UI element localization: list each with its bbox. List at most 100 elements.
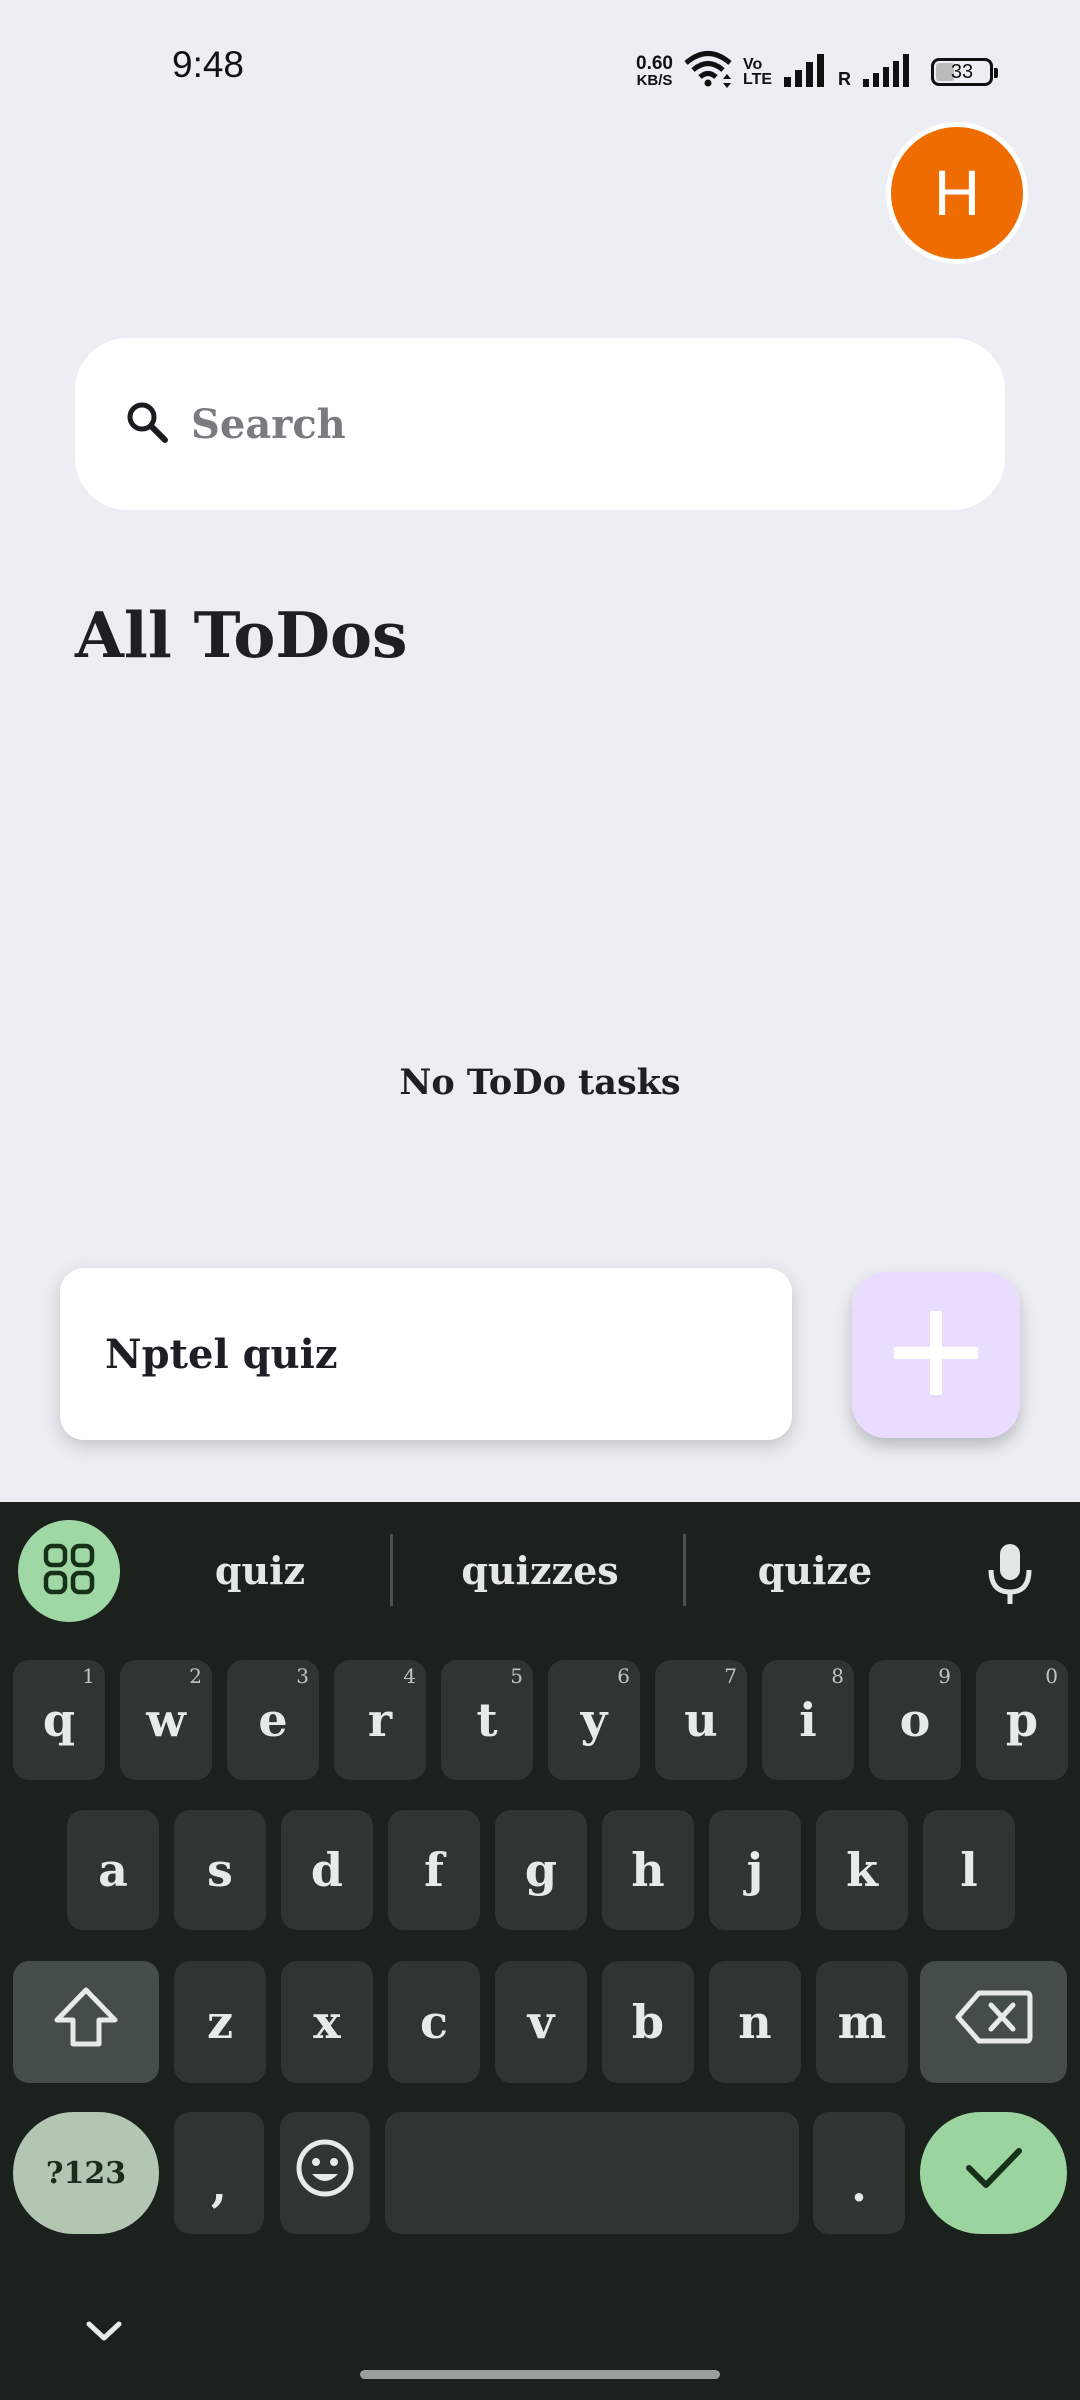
chevron-down-icon xyxy=(82,2321,126,2350)
key-label: k xyxy=(846,1843,878,1897)
key-label: g xyxy=(524,1843,558,1897)
search-input[interactable]: Search xyxy=(75,338,1005,510)
key-label: r xyxy=(367,1693,393,1747)
backspace-key[interactable] xyxy=(920,1961,1067,2083)
battery-icon: 33 xyxy=(931,58,999,86)
roaming-indicator: R xyxy=(838,68,852,89)
key-v[interactable]: v xyxy=(495,1961,587,2083)
status-icons: 0.60 KB/S Vo LTE R 33 xyxy=(636,50,999,94)
plus-icon xyxy=(890,1307,982,1403)
key-h[interactable]: h xyxy=(602,1810,694,1930)
wifi-icon xyxy=(683,50,733,94)
key-u[interactable]: u7 xyxy=(655,1660,747,1780)
mic-button[interactable] xyxy=(980,1536,1040,1616)
key-hint: 1 xyxy=(82,1664,95,1688)
key-label: f xyxy=(424,1843,444,1897)
key-f[interactable]: f xyxy=(388,1810,480,1930)
key-hint: 7 xyxy=(724,1664,737,1688)
avatar[interactable]: H xyxy=(886,122,1028,264)
check-icon xyxy=(964,2144,1024,2203)
emoji-icon xyxy=(295,2138,355,2209)
suggestion-divider xyxy=(683,1534,686,1606)
suggestion-bar: quiz quizzes quize xyxy=(0,1502,1080,1630)
key-label: y xyxy=(580,1693,608,1747)
key-r[interactable]: r4 xyxy=(334,1660,426,1780)
key-label: a xyxy=(98,1843,128,1897)
key-hint: 5 xyxy=(510,1664,523,1688)
key-l[interactable]: l xyxy=(923,1810,1015,1930)
key-hint: 0 xyxy=(1045,1664,1058,1688)
key-label: p xyxy=(1005,1693,1039,1747)
key-label: m xyxy=(837,1995,887,2049)
key-m[interactable]: m xyxy=(816,1961,908,2083)
key-label: l xyxy=(960,1843,978,1897)
gesture-bar[interactable] xyxy=(360,2370,720,2379)
net-speed: 0.60 KB/S xyxy=(636,53,673,89)
key-y[interactable]: y6 xyxy=(548,1660,640,1780)
key-label: q xyxy=(42,1693,76,1747)
new-task-input[interactable]: Nptel quiz xyxy=(60,1268,792,1440)
key-label: e xyxy=(258,1693,288,1747)
key-label: n xyxy=(738,1995,772,2049)
search-placeholder: Search xyxy=(191,400,346,448)
battery-level: 33 xyxy=(950,60,974,83)
key-s[interactable]: s xyxy=(174,1810,266,1930)
space-key[interactable] xyxy=(385,2112,799,2234)
key-label: c xyxy=(419,1995,448,2049)
mic-icon xyxy=(985,1542,1035,1610)
suggestion-3[interactable]: quize xyxy=(700,1530,930,1610)
key-label: i xyxy=(799,1693,817,1747)
key-hint: 8 xyxy=(831,1664,844,1688)
signal-icon-2 xyxy=(861,53,921,91)
period-key-label: . xyxy=(850,2158,867,2212)
key-o[interactable]: o9 xyxy=(869,1660,961,1780)
key-b[interactable]: b xyxy=(602,1961,694,2083)
add-task-button[interactable] xyxy=(852,1272,1020,1438)
key-a[interactable]: a xyxy=(67,1810,159,1930)
key-q[interactable]: q1 xyxy=(13,1660,105,1780)
key-j[interactable]: j xyxy=(709,1810,801,1930)
key-label: j xyxy=(746,1843,764,1897)
net-speed-value: 0.60 xyxy=(636,53,673,74)
key-n[interactable]: n xyxy=(709,1961,801,2083)
key-z[interactable]: z xyxy=(174,1961,266,2083)
key-label: z xyxy=(206,1995,234,2049)
key-hint: 9 xyxy=(938,1664,951,1688)
key-k[interactable]: k xyxy=(816,1810,908,1930)
key-i[interactable]: i8 xyxy=(762,1660,854,1780)
key-label: b xyxy=(631,1995,665,2049)
key-label: u xyxy=(684,1693,718,1747)
key-d[interactable]: d xyxy=(281,1810,373,1930)
key-x[interactable]: x xyxy=(281,1961,373,2083)
key-t[interactable]: t5 xyxy=(441,1660,533,1780)
key-label: x xyxy=(313,1995,341,2049)
key-e[interactable]: e3 xyxy=(227,1660,319,1780)
enter-key[interactable] xyxy=(920,2112,1067,2234)
key-label: o xyxy=(899,1693,931,1747)
key-c[interactable]: c xyxy=(388,1961,480,2083)
key-label: w xyxy=(146,1693,186,1747)
suggestion-1[interactable]: quiz xyxy=(140,1530,380,1610)
hide-keyboard-button[interactable] xyxy=(82,2316,126,2346)
search-icon xyxy=(123,398,171,450)
comma-key[interactable]: , xyxy=(174,2112,264,2234)
key-w[interactable]: w2 xyxy=(120,1660,212,1780)
key-g[interactable]: g xyxy=(495,1810,587,1930)
suggestion-2[interactable]: quizzes xyxy=(420,1530,660,1610)
key-hint: 6 xyxy=(617,1664,630,1688)
key-label: t xyxy=(476,1693,498,1747)
soft-keyboard: quiz quizzes quize ?123 , . q 1 w 2 e 3 … xyxy=(0,1502,1080,2400)
net-speed-unit: KB/S xyxy=(636,72,673,89)
key-label: s xyxy=(207,1843,233,1897)
key-p[interactable]: p0 xyxy=(976,1660,1068,1780)
key-label: d xyxy=(310,1843,344,1897)
period-key[interactable]: . xyxy=(813,2112,905,2234)
key-label: v xyxy=(527,1995,555,2049)
symbols-key[interactable]: ?123 xyxy=(13,2112,159,2234)
status-time: 9:48 xyxy=(172,44,245,85)
new-task-text: Nptel quiz xyxy=(105,1330,338,1378)
shift-key[interactable] xyxy=(13,1961,159,2083)
emoji-key[interactable] xyxy=(280,2112,370,2234)
shift-icon xyxy=(51,1986,121,2059)
keyboard-apps-button[interactable] xyxy=(18,1520,120,1622)
